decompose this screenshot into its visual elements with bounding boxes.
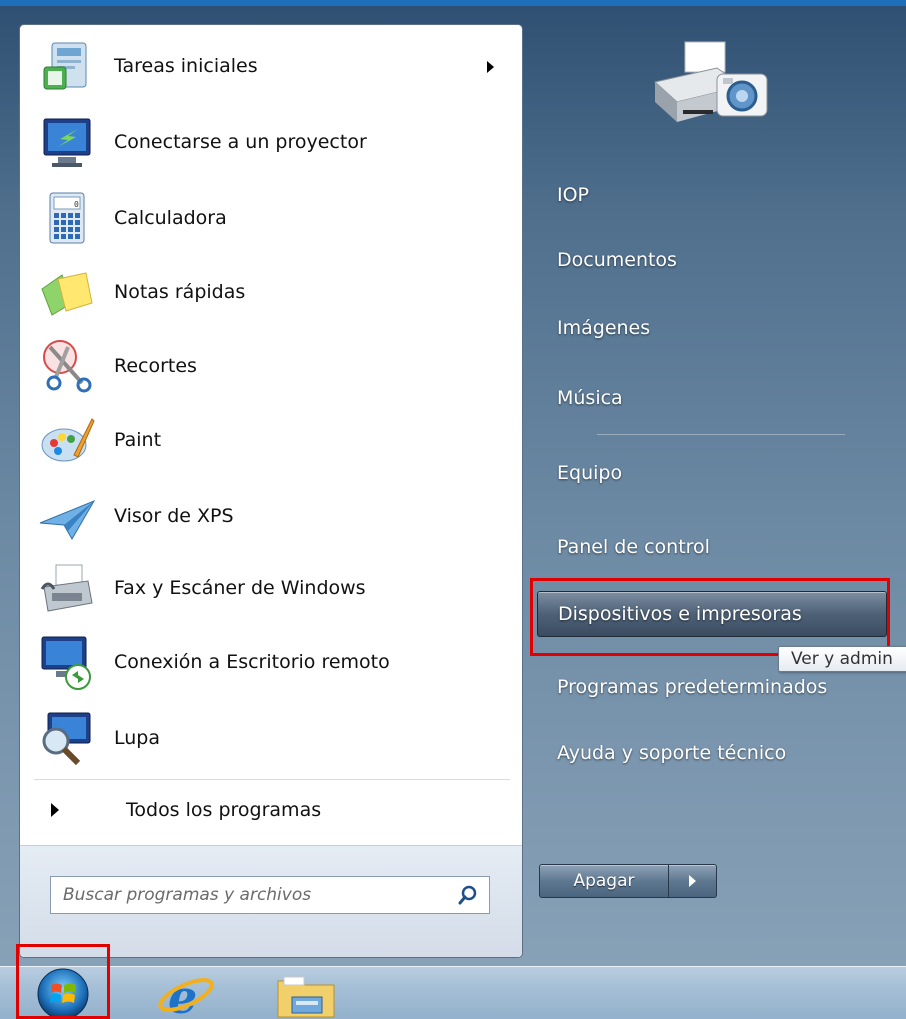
program-item-fax-escaner[interactable]: Fax y Escáner de Windows (26, 551, 516, 625)
all-programs-label: Todos los programas (126, 799, 322, 821)
program-label: Paint (114, 429, 162, 451)
program-label: Calculadora (114, 207, 227, 229)
places-separator (597, 434, 845, 435)
place-item-dispositivos-impresoras[interactable]: Dispositivos e impresoras (537, 591, 887, 637)
calculator-icon: 0 (49, 192, 85, 244)
svg-text:0: 0 (74, 200, 79, 209)
shutdown-button[interactable]: Apagar (539, 864, 669, 898)
place-item-panel-de-control[interactable]: Panel de control (537, 524, 887, 570)
search-box[interactable] (50, 876, 490, 914)
program-label: Notas rápidas (114, 281, 246, 303)
program-label: Lupa (114, 727, 160, 749)
magnifier-icon (42, 712, 91, 766)
place-item-documentos[interactable]: Documentos (537, 237, 887, 283)
submenu-arrow-icon[interactable] (487, 61, 494, 73)
place-item-iop[interactable]: IOP (537, 172, 887, 218)
program-item-conectarse-proyector[interactable]: Conectarse a un proyector (26, 105, 516, 179)
shutdown-options-arrow-icon (689, 875, 696, 887)
fax-scanner-icon (40, 564, 93, 612)
devices-printers-picture-icon[interactable] (647, 38, 773, 148)
place-item-musica[interactable]: Música (537, 375, 887, 421)
svg-text:e: e (168, 970, 197, 1019)
remote-desktop-icon (41, 636, 91, 690)
sticky-notes-icon (41, 272, 93, 316)
all-programs-separator (34, 779, 510, 780)
search-area (20, 845, 522, 957)
shutdown-options-button[interactable] (669, 864, 717, 898)
taskbar: e (0, 966, 906, 1019)
snipping-tool-icon (43, 340, 92, 393)
program-item-paint[interactable]: Paint (26, 403, 516, 477)
internet-explorer-icon[interactable]: e (150, 969, 220, 1019)
start-menu-places-pane: IOP Documentos Imágenes Música Equipo Pa… (523, 0, 906, 966)
all-programs-arrow-icon (51, 803, 59, 817)
start-orb-icon[interactable] (20, 967, 106, 1019)
program-label: Conectarse a un proyector (114, 131, 367, 153)
start-menu: Tareas iniciales Conectarse a un proyect… (0, 0, 906, 966)
program-label: Visor de XPS (114, 505, 234, 527)
program-label: Fax y Escáner de Windows (114, 577, 366, 599)
program-item-tareas-iniciales[interactable]: Tareas iniciales (26, 29, 516, 103)
program-item-visor-xps[interactable]: Visor de XPS (26, 479, 516, 553)
getting-started-icon (43, 42, 87, 90)
xps-viewer-icon (39, 499, 96, 541)
place-item-equipo[interactable]: Equipo (537, 450, 887, 496)
search-icon[interactable] (457, 884, 479, 906)
place-item-imagenes[interactable]: Imágenes (537, 305, 887, 351)
program-label: Recortes (114, 355, 197, 377)
paint-icon (41, 418, 95, 462)
program-item-escritorio-remoto[interactable]: Conexión a Escritorio remoto (26, 625, 516, 699)
start-menu-program-pane: Tareas iniciales Conectarse a un proyect… (19, 24, 523, 958)
program-label: Conexión a Escritorio remoto (114, 651, 390, 673)
search-input[interactable] (51, 877, 431, 913)
all-programs-button[interactable]: Todos los programas (40, 791, 510, 833)
program-item-lupa[interactable]: Lupa (26, 701, 516, 775)
shutdown-group: Apagar (539, 864, 717, 898)
program-item-notas-rapidas[interactable]: Notas rápidas (26, 255, 516, 329)
tooltip: Ver y admin (778, 646, 906, 672)
program-item-calculadora[interactable]: 0 Calculadora (26, 181, 516, 255)
place-item-ayuda-soporte[interactable]: Ayuda y soporte técnico (537, 730, 887, 776)
windows-explorer-icon[interactable] (268, 969, 344, 1019)
program-label: Tareas iniciales (114, 55, 258, 77)
program-item-recortes[interactable]: Recortes (26, 329, 516, 403)
projector-icon (43, 118, 91, 167)
